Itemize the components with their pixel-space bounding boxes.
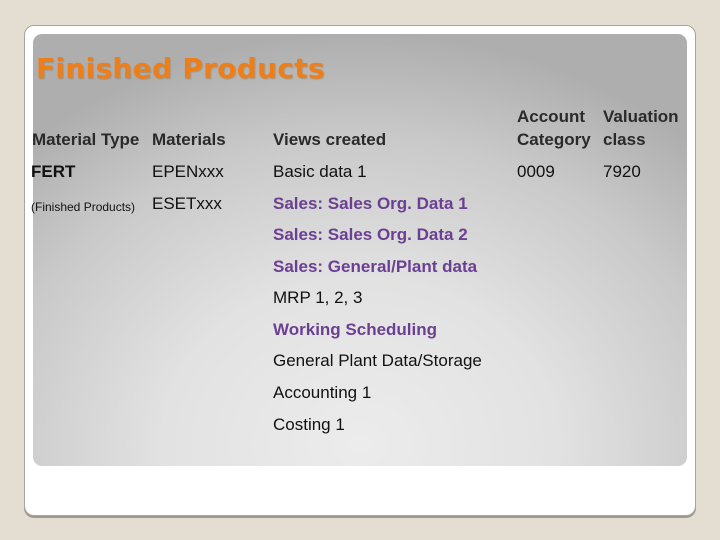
material-item: EPENxxx: [152, 162, 224, 181]
view-item-highlighted: Sales: General/Plant data: [273, 257, 478, 276]
account-category-value: 0009: [517, 162, 555, 181]
view-item: Accounting 1: [273, 383, 372, 402]
valuation-class-value: 7920: [603, 162, 641, 181]
header-valuation-class-line1: Valuation: [603, 107, 679, 126]
view-item-highlighted: Sales: Sales Org. Data 1: [273, 194, 468, 213]
header-material-type: Material Type: [32, 130, 140, 149]
material-item: ESETxxx: [152, 194, 222, 213]
view-item-highlighted: Working Scheduling: [273, 320, 438, 339]
header-materials: Materials: [152, 130, 226, 149]
header-account-category-line2: Category: [517, 130, 591, 149]
slide-title: Finished Products: [36, 52, 325, 85]
material-type-code: FERT: [31, 162, 76, 181]
view-item: Basic data 1: [273, 162, 367, 181]
header-account-category-line1: Account: [517, 107, 585, 126]
header-views-created: Views created: [273, 130, 387, 149]
material-type-description: (Finished Products): [31, 200, 136, 214]
view-item: MRP 1, 2, 3: [273, 288, 363, 307]
view-item: Costing 1: [273, 415, 345, 434]
view-item-highlighted: Sales: Sales Org. Data 2: [273, 225, 468, 244]
view-item: General Plant Data/Storage: [273, 351, 482, 370]
header-valuation-class-line2: class: [603, 130, 646, 149]
